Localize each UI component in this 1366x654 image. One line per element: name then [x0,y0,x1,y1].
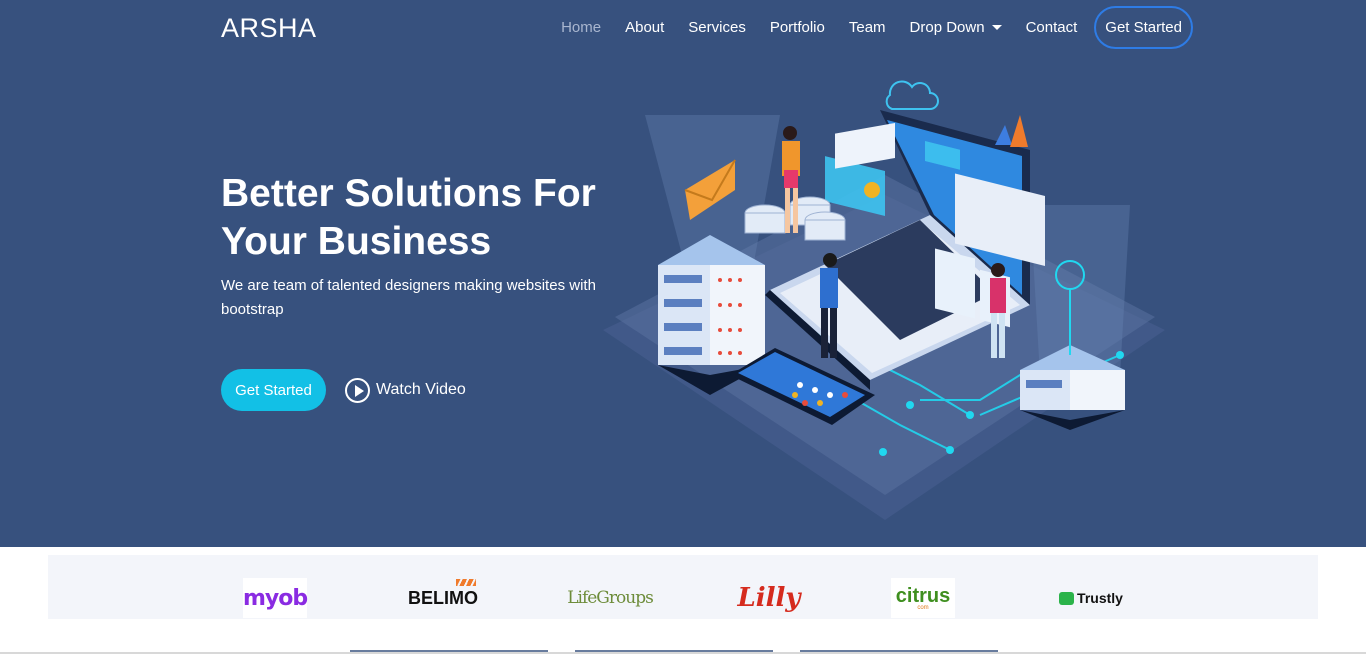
section-divider-lines [0,650,1366,654]
lifegroups-logo-text: LifeGroups [567,588,654,608]
citrus-logo[interactable]: citrus com [891,578,955,618]
get-started-button[interactable]: Get Started [221,369,326,411]
lifegroups-logo[interactable]: LifeGroups [567,578,654,618]
lilly-logo-text: Lilly [737,583,801,613]
belimo-logo-mark: BELIMO [408,578,478,609]
brand-logo[interactable]: ARSHA [221,13,317,44]
nav-item-team[interactable]: Team [849,19,886,36]
myob-logo[interactable]: myob [242,578,308,618]
hero-section: ARSHA Home About Services Portfolio Team… [0,0,1366,547]
trustly-logo[interactable]: Trustly [1056,578,1126,618]
myob-logo-text: myob [242,585,308,611]
nav-item-dropdown-label: Drop Down [909,19,985,36]
nav-item-dropdown[interactable]: Drop Down [910,19,1002,36]
nav-item-home[interactable]: Home [561,19,601,36]
clients-section: myob BELIMO LifeGroups Lilly citrus com … [48,555,1318,619]
nav-get-started-button[interactable]: Get Started [1094,6,1193,49]
hero-illustration [603,80,1165,520]
nav-item-contact[interactable]: Contact [1026,19,1078,36]
chevron-down-icon [991,25,1002,30]
hero-subtitle: We are team of talented designers making… [221,277,596,318]
watch-video-button[interactable]: Watch Video [345,377,466,403]
nav-item-services[interactable]: Services [688,19,746,36]
watch-video-label: Watch Video [376,381,466,398]
hero-title: Better Solutions For Your Business [221,172,596,263]
citrus-logo-subtext: com [917,605,929,611]
belimo-logo-text: BELIMO [408,587,478,608]
belimo-logo[interactable]: BELIMO [408,578,478,618]
main-nav: Home About Services Portfolio Team Drop … [537,6,1193,49]
nav-item-portfolio[interactable]: Portfolio [770,19,825,36]
lilly-logo[interactable]: Lilly [737,578,800,618]
belimo-stripes-icon [456,578,476,586]
trustly-logo-text: Trustly [1077,590,1123,606]
padlock-icon [1059,591,1075,605]
nav-item-about[interactable]: About [625,19,664,36]
play-circle-icon [345,377,370,403]
